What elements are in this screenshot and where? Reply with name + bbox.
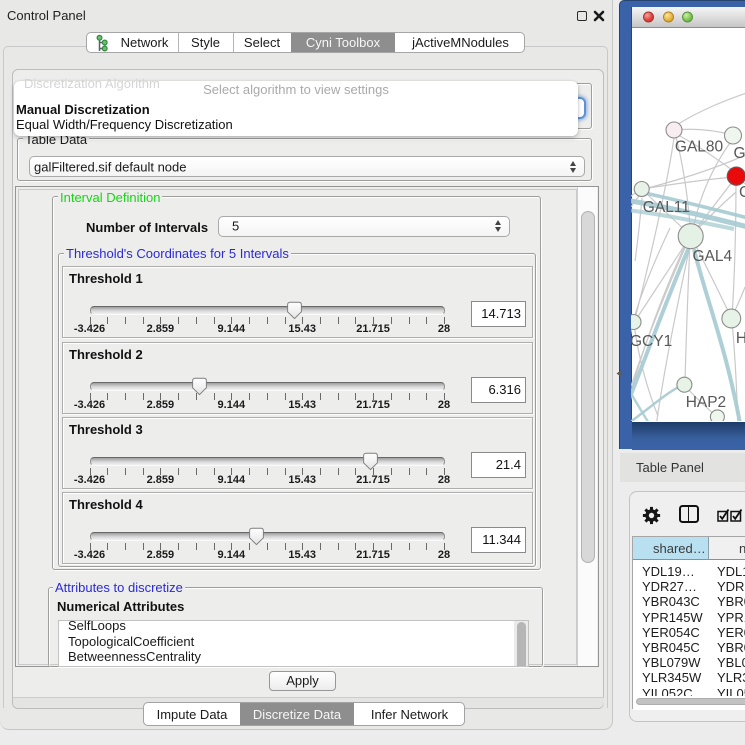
svg-text:C: C [739, 184, 745, 201]
svg-text:H: H [736, 330, 745, 347]
svg-text:GAL11: GAL11 [643, 199, 690, 216]
svg-text:GA: GA [734, 145, 745, 162]
svg-text:HAP2: HAP2 [686, 394, 727, 411]
svg-text:GCY1: GCY1 [631, 333, 672, 350]
svg-text:GAL4: GAL4 [693, 248, 733, 265]
svg-text:GAL80: GAL80 [675, 139, 724, 156]
